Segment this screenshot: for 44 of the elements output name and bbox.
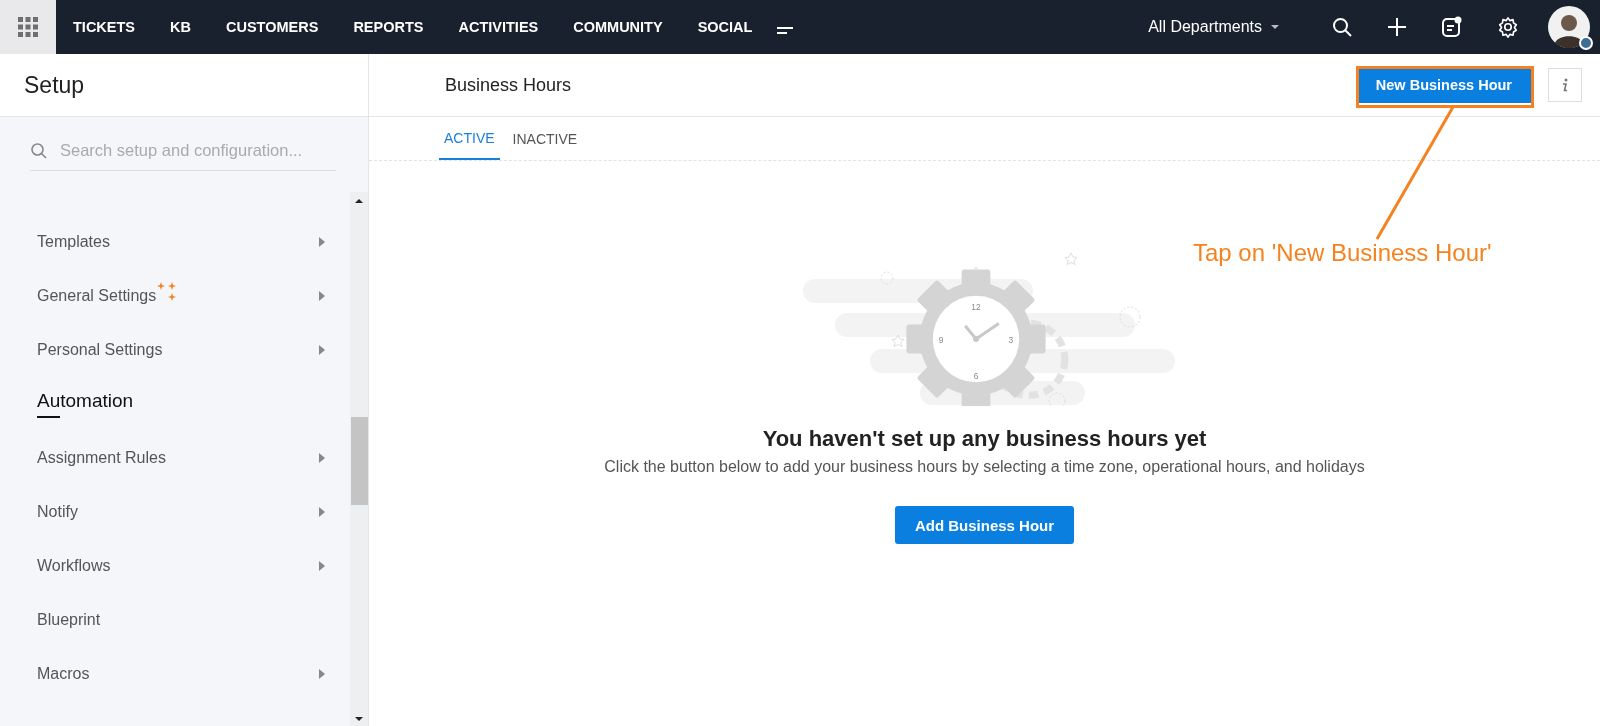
nav-tab[interactable]: REPORTS (353, 19, 424, 35)
status-dot (1579, 36, 1593, 50)
search-icon (30, 141, 48, 160)
page-title: Business Hours (445, 74, 572, 96)
section-heading: Automation (37, 390, 134, 418)
scroll-thumb[interactable] (351, 417, 368, 505)
scroll-down-icon[interactable] (354, 716, 364, 722)
nav-tab[interactable]: SOCIAL (697, 19, 753, 35)
sidebar-item[interactable]: Templates (37, 228, 335, 255)
add-business-hour-button[interactable]: Add Business Hour (894, 506, 1075, 544)
sidebar-item[interactable]: Workflows (37, 552, 335, 579)
clock-gear-illustration-drawing: 12 3 6 9 (784, 231, 1185, 406)
plus-icon[interactable] (1387, 17, 1407, 37)
status-tab[interactable]: INACTIVE (507, 117, 583, 160)
empty-state-heading: You haven't set up any business hours yet (762, 426, 1207, 452)
search-icon[interactable] (1331, 16, 1353, 38)
sidebar-title: Setup (24, 71, 85, 99)
nav-tab[interactable]: CUSTOMERS (226, 19, 319, 35)
sidebar-item[interactable]: Macros (37, 660, 335, 687)
sidebar-item[interactable]: Blueprint (37, 606, 335, 633)
sidebar-item[interactable]: Notify (37, 498, 335, 525)
settings-icon[interactable] (1497, 16, 1519, 38)
info-icon (1561, 78, 1569, 92)
caret-icon (1270, 24, 1280, 30)
user-avatar[interactable] (1548, 6, 1590, 48)
sidebar-item[interactable]: Personal Settings (37, 336, 335, 363)
nav-tab[interactable]: ACTIVITIES (458, 19, 539, 35)
search-field[interactable]: Search setup and configuration... (30, 141, 336, 171)
scroll-up-icon[interactable] (354, 198, 364, 204)
more-menu-icon[interactable] (775, 24, 796, 36)
callout-text: Tap on 'New Business Hour' (1193, 239, 1492, 267)
sidebar-item[interactable]: General Settings (37, 282, 335, 309)
nav-tab[interactable]: KB (170, 19, 191, 35)
status-tab[interactable]: ACTIVE (439, 117, 500, 160)
person-silhouette-icon (1548, 6, 1590, 48)
department-dropdown[interactable]: All Departments (1142, 17, 1286, 37)
scrollbar[interactable] (350, 192, 368, 726)
nav-tab[interactable]: TICKETS (73, 19, 136, 35)
grid-icon (18, 17, 38, 37)
note-icon[interactable] (1441, 16, 1463, 38)
sidebar-item[interactable]: Assignment Rules (37, 444, 335, 471)
empty-state-message: Click the button below to add your business hours by selecting a time zone, operational hours, and holidays (604, 458, 1365, 476)
app-grid-button[interactable] (0, 0, 56, 54)
nav-tab[interactable]: COMMUNITY (573, 19, 663, 35)
